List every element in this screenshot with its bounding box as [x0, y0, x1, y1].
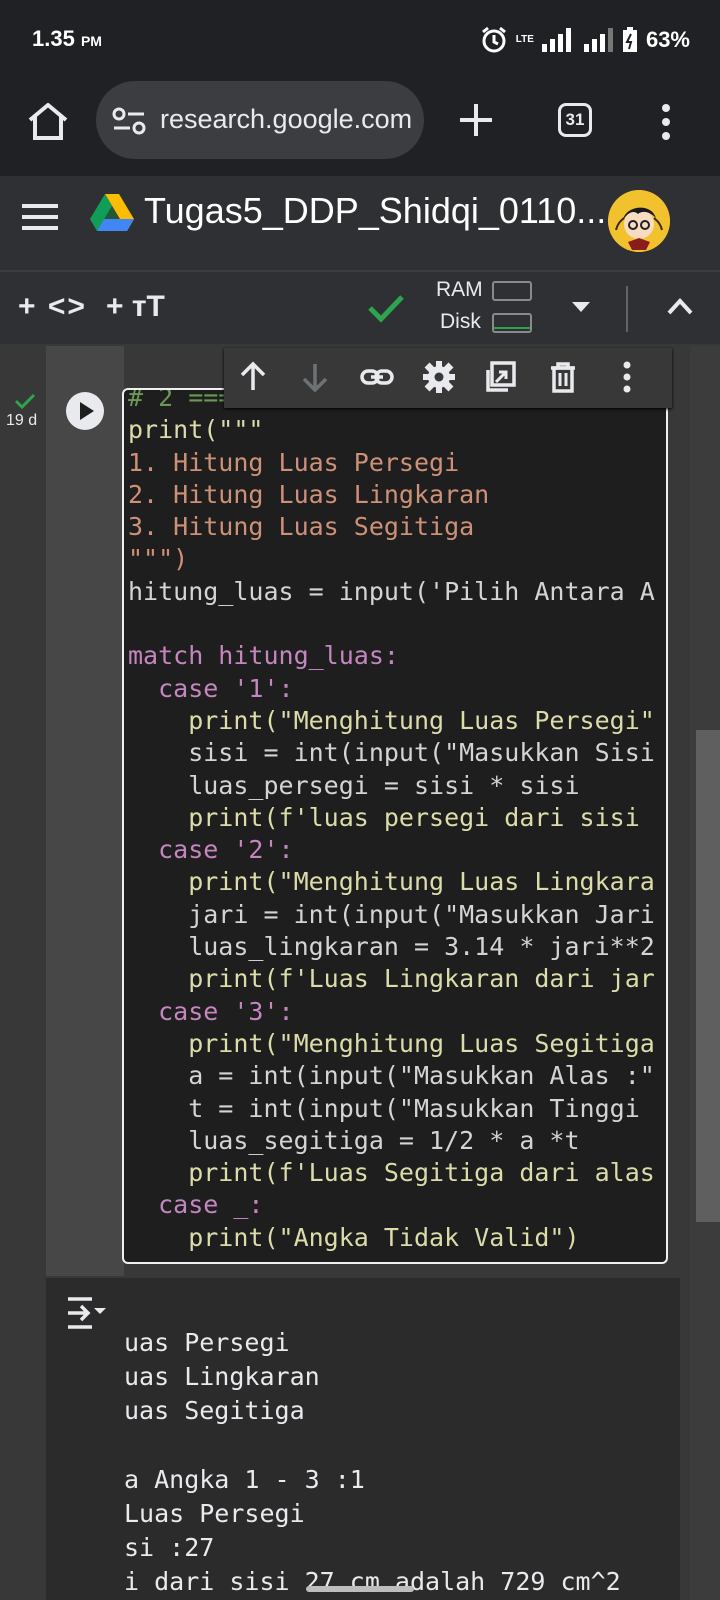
run-cell-button[interactable]	[66, 392, 104, 430]
arrow-down-icon[interactable]	[298, 360, 332, 394]
google-drive-logo-icon	[90, 194, 134, 231]
cell-gutter	[46, 346, 124, 1276]
ram-label[interactable]: RAM	[436, 278, 483, 302]
code-line: 1. Hitung Luas Persegi	[128, 447, 460, 477]
battery-level: 63%	[645, 27, 690, 52]
code-line: sisi = int(input("Masukkan Sisi	[128, 738, 655, 768]
play-icon	[80, 402, 94, 420]
code-line: print(f'luas persegi dari sisi	[128, 802, 640, 832]
output-line: si :27	[124, 1533, 215, 1563]
code-editor[interactable]: # 2 === Match Case print(""" 1. Hitung L…	[122, 388, 668, 1264]
avatar[interactable]	[608, 190, 670, 252]
execution-time: 19 d	[6, 412, 38, 429]
signal-icon-2	[583, 28, 613, 52]
gesture-nav-handle[interactable]	[306, 1586, 414, 1592]
output-line: i dari sisi 27 cm adalah 729 cm^2	[124, 1567, 621, 1597]
site-settings-icon[interactable]	[112, 106, 146, 136]
output-line: a Angka 1 - 3 :1	[124, 1464, 365, 1494]
toolbar-divider	[626, 286, 628, 332]
alarm-icon	[481, 26, 506, 53]
ram-meter[interactable]	[492, 281, 532, 301]
code-line: print(f'Luas Lingkaran dari jar	[128, 964, 655, 994]
code-line: hitung_luas = input('Pilih Antara A	[128, 576, 655, 606]
battery-icon	[622, 27, 637, 52]
code-line: print("Angka Tidak Valid")	[128, 1222, 580, 1252]
more-vert-icon[interactable]	[660, 102, 672, 142]
trash-icon[interactable]	[546, 360, 580, 394]
code-line: match hitung_luas:	[128, 641, 399, 671]
chevron-up-icon[interactable]	[666, 296, 694, 316]
code-line: luas_lingkaran = 3.14 * jari**2	[128, 932, 655, 962]
code-line: case _:	[128, 1190, 264, 1220]
hamburger-menu-icon[interactable]	[22, 202, 58, 232]
code-line: print("Menghitung Luas Segitiga	[128, 1028, 655, 1058]
code-line: print("""	[128, 415, 264, 445]
code-line: case '1':	[128, 673, 294, 703]
code-line: luas_persegi = sisi * sisi	[128, 770, 580, 800]
code-line: case '3':	[128, 996, 294, 1026]
mirror-cell-icon[interactable]	[484, 360, 518, 394]
gear-icon[interactable]	[422, 360, 456, 394]
output-line: uas Segitiga	[124, 1396, 305, 1426]
cell-toolbar	[224, 348, 672, 408]
chevron-down-icon[interactable]	[572, 302, 590, 312]
code-line: case '2':	[128, 835, 294, 865]
disk-usage-bar	[494, 327, 530, 329]
more-vert-icon[interactable]	[620, 360, 634, 394]
home-icon[interactable]	[26, 100, 70, 144]
network-type: LTE	[515, 34, 534, 45]
arrow-up-icon[interactable]	[236, 360, 270, 394]
code-line: print("Menghitung Luas Persegi"	[128, 705, 655, 735]
code-line: """)	[128, 544, 189, 574]
code-line: t = int(input("Masukkan Tinggi	[128, 1093, 640, 1123]
code-line: luas_segitiga = 1/2 * a *t	[128, 1125, 580, 1155]
code-line: a = int(input("Masukkan Alas :"	[128, 1061, 655, 1091]
code-content[interactable]: # 2 === Match Case print(""" 1. Hitung L…	[128, 390, 655, 1254]
code-line: 3. Hitung Luas Segitiga	[128, 512, 475, 542]
tab-switcher-button[interactable]: 31	[558, 103, 592, 137]
output-menu-icon[interactable]	[66, 1296, 108, 1330]
url-text[interactable]: research.google.com	[160, 104, 412, 135]
disk-label[interactable]: Disk	[440, 310, 481, 334]
connected-check-icon[interactable]	[366, 290, 406, 326]
add-text-cell-button[interactable]: + тT	[106, 290, 165, 324]
status-ampm: PM	[80, 33, 102, 49]
code-line: 2. Hitung Luas Lingkaran	[128, 479, 490, 509]
output-text: uas Persegi uas Lingkaran uas Segitiga a…	[124, 1326, 621, 1600]
status-time: 1.35 PM	[32, 26, 102, 51]
output-line: uas Persegi	[124, 1328, 290, 1357]
execution-check-icon	[14, 393, 36, 410]
output-line: Luas Persegi	[124, 1499, 305, 1529]
notebook-title[interactable]: Tugas5_DDP_Shidqi_0110...	[144, 190, 606, 232]
status-icons: LTE 63%	[480, 26, 690, 54]
scrollbar[interactable]	[696, 730, 720, 1222]
add-code-cell-button[interactable]: + <>	[18, 290, 87, 324]
code-line: print("Menghitung Luas Lingkara	[128, 867, 655, 897]
code-line: jari = int(input("Masukkan Jari	[128, 899, 655, 929]
output-line: uas Lingkaran	[124, 1362, 320, 1392]
link-icon[interactable]	[360, 360, 394, 394]
disk-meter[interactable]	[492, 313, 532, 333]
code-line: print(f'Luas Segitiga dari alas	[128, 1158, 655, 1188]
signal-icon	[541, 28, 571, 52]
new-tab-icon[interactable]	[456, 100, 496, 140]
